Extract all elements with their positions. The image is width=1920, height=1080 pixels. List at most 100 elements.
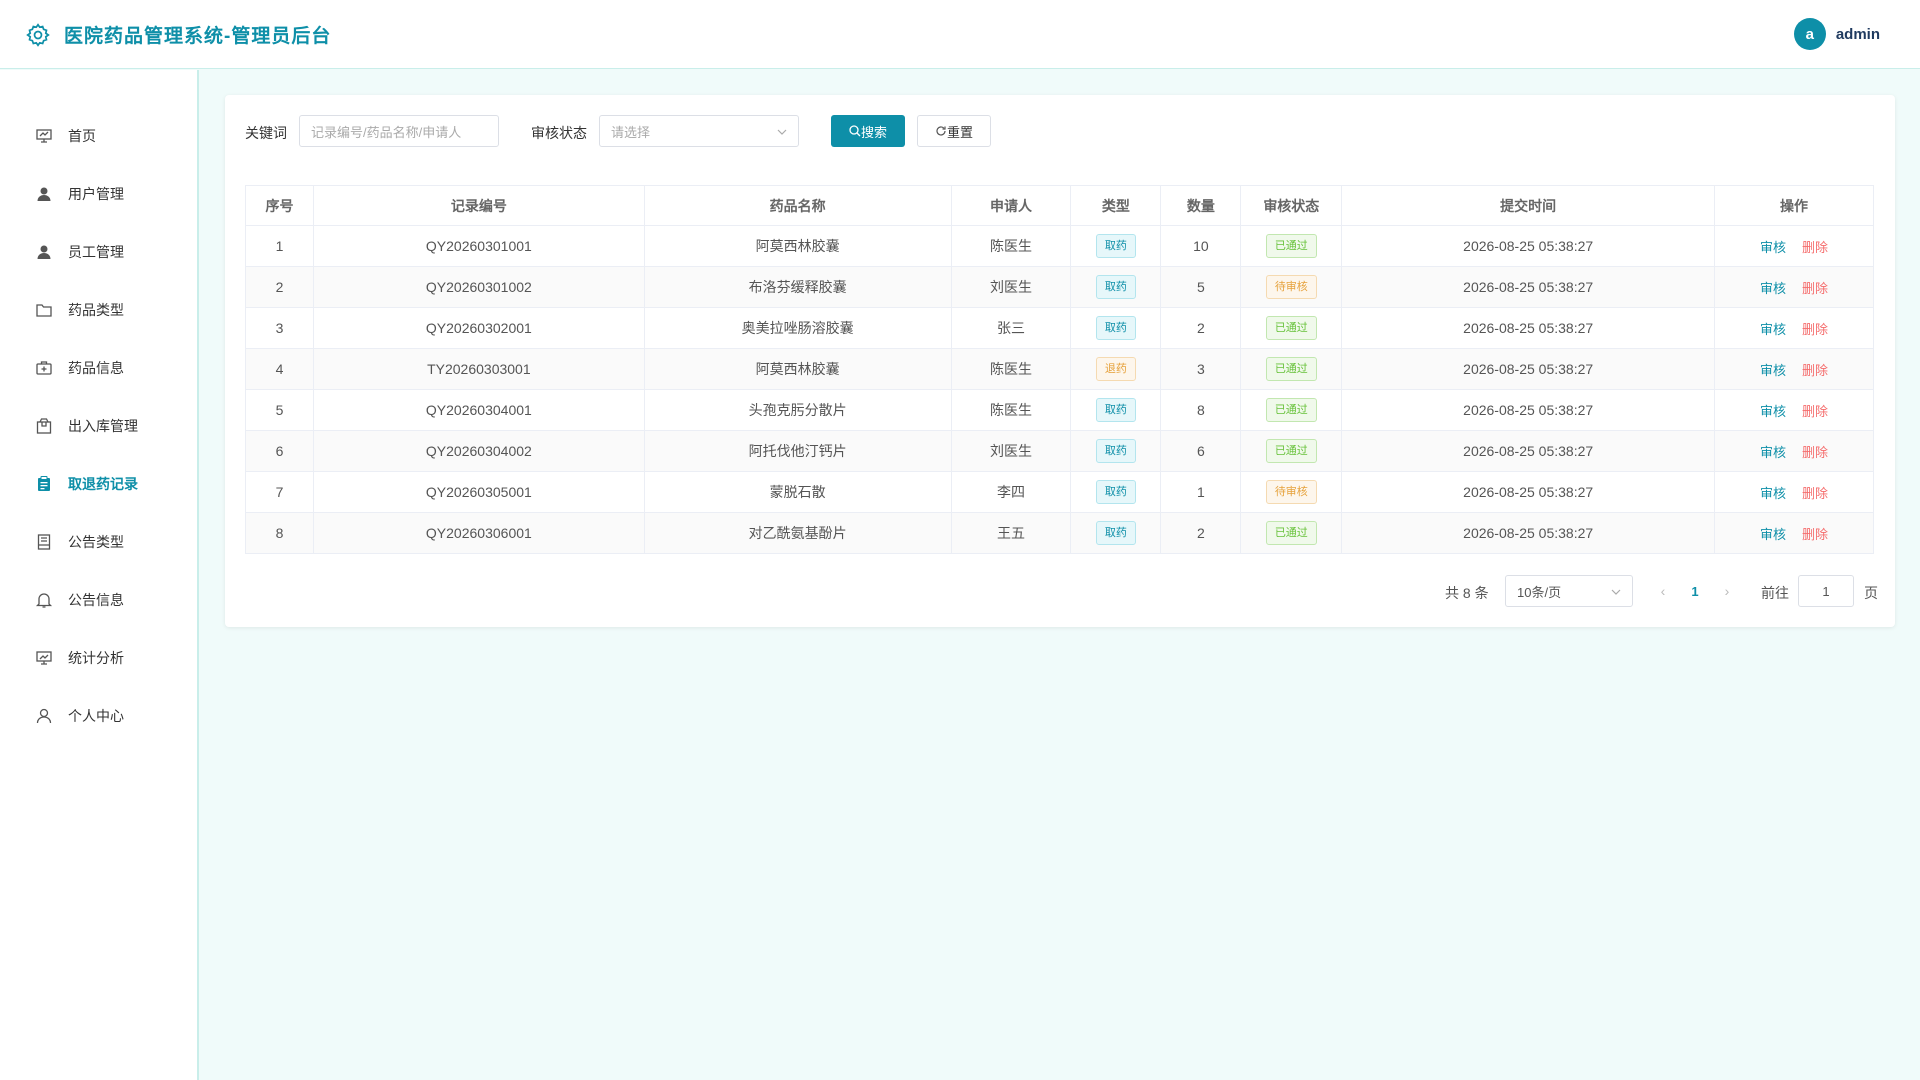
chevron-down-icon (1611, 589, 1621, 595)
sidebar-item-drug-types[interactable]: 药品类型 (0, 290, 197, 330)
chevron-left-icon: ‹ (1660, 583, 1666, 599)
type-tag: 取药 (1095, 439, 1136, 463)
table-row: 3 QY20260302001 奥美拉唑肠溶胶囊 张三 取药 2 已通过 2026-08-25… (245, 307, 1874, 349)
cell-applicant: 陈医生 (950, 389, 1072, 431)
records-panel: 关键词 记录编号/药品名称/申请人 审核状态 请选择 搜索 重置 序号 记录编号… (225, 95, 1895, 627)
keyword-input[interactable]: 记录编号/药品名称/申请人 (299, 115, 499, 147)
delete-link[interactable]: 删除 (1802, 445, 1828, 460)
bell-icon (35, 591, 53, 609)
delete-link[interactable]: 删除 (1802, 486, 1828, 501)
reset-button[interactable]: 重置 (917, 115, 991, 147)
status-badge: 已通过 (1265, 521, 1317, 545)
cell-status: 已通过 (1240, 389, 1343, 431)
cell-code: QY20260306001 (312, 512, 645, 554)
cell-status: 已通过 (1240, 430, 1343, 472)
cell-applicant: 陈医生 (950, 225, 1072, 267)
audit-link[interactable]: 审核 (1760, 527, 1786, 542)
box-icon (35, 417, 53, 435)
username[interactable]: admin (1836, 26, 1880, 43)
type-tag: 取药 (1095, 480, 1136, 504)
delete-link[interactable]: 删除 (1802, 404, 1828, 419)
cell-applicant: 王五 (950, 512, 1072, 554)
user-menu[interactable]: a admin (1793, 18, 1880, 50)
cell-actions: 审核 删除 (1714, 471, 1874, 513)
cell-no: 3 (245, 307, 314, 349)
sidebar-item-notices[interactable]: 公告信息 (0, 580, 197, 620)
delete-link[interactable]: 删除 (1802, 240, 1828, 255)
cell-actions: 审核 删除 (1714, 225, 1874, 267)
delete-link[interactable]: 删除 (1802, 527, 1828, 542)
cell-no: 1 (245, 225, 314, 267)
status-badge: 已通过 (1265, 398, 1317, 422)
cell-drug: 对乙酰氨基酚片 (643, 512, 952, 554)
audit-link[interactable]: 审核 (1760, 404, 1786, 419)
sidebar-item-label: 药品信息 (68, 360, 124, 376)
audit-link[interactable]: 审核 (1760, 240, 1786, 255)
goto-label: 前往 (1761, 585, 1789, 601)
page-suffix: 页 (1864, 585, 1878, 601)
sidebar-item-label: 药品类型 (68, 302, 124, 318)
cell-qty: 2 (1160, 512, 1242, 554)
cell-status: 已通过 (1240, 348, 1343, 390)
user-filled-icon (35, 185, 53, 203)
audit-link[interactable]: 审核 (1760, 445, 1786, 460)
cell-actions: 审核 删除 (1714, 430, 1874, 472)
status-badge: 待审核 (1265, 480, 1317, 504)
audit-link[interactable]: 审核 (1760, 363, 1786, 378)
cell-applicant: 陈医生 (950, 348, 1072, 390)
page-number-current[interactable]: 1 (1685, 575, 1705, 607)
audit-link[interactable]: 审核 (1760, 281, 1786, 296)
column-header: 申请人 (950, 185, 1072, 226)
column-header: 类型 (1070, 185, 1162, 226)
page-size-select[interactable]: 10条/页 (1505, 575, 1633, 607)
delete-link[interactable]: 删除 (1802, 281, 1828, 296)
audit-link[interactable]: 审核 (1760, 322, 1786, 337)
cell-qty: 3 (1160, 348, 1242, 390)
search-icon (849, 125, 861, 137)
cell-drug: 布洛芬缓释胶囊 (643, 266, 952, 308)
sidebar-item-drug-info[interactable]: 药品信息 (0, 348, 197, 388)
delete-link[interactable]: 删除 (1802, 363, 1828, 378)
cell-qty: 5 (1160, 266, 1242, 308)
sidebar-item-label: 公告信息 (68, 592, 124, 608)
cell-no: 6 (245, 430, 314, 472)
next-page-button[interactable]: › (1717, 575, 1737, 607)
cell-drug: 奥美拉唑肠溶胶囊 (643, 307, 952, 349)
folder-icon (35, 301, 53, 319)
prev-page-button[interactable]: ‹ (1653, 575, 1673, 607)
search-button[interactable]: 搜索 (831, 115, 905, 147)
cell-time: 2026-08-25 05:38:27 (1341, 430, 1716, 472)
column-header: 药品名称 (643, 185, 952, 226)
status-badge: 待审核 (1265, 275, 1317, 299)
sidebar-item-staff[interactable]: 员工管理 (0, 232, 197, 272)
audit-link[interactable]: 审核 (1760, 486, 1786, 501)
cell-actions: 审核 删除 (1714, 307, 1874, 349)
sidebar-item-home[interactable]: 首页 (0, 116, 197, 156)
goto-page-input[interactable]: 1 (1798, 575, 1854, 607)
cell-code: QY20260302001 (312, 307, 645, 349)
sidebar-item-label: 出入库管理 (68, 418, 138, 434)
cell-actions: 审核 删除 (1714, 512, 1874, 554)
sidebar-item-label: 员工管理 (68, 244, 124, 260)
sidebar-item-take-return-records[interactable]: 取退药记录 (0, 464, 197, 504)
status-placeholder: 请选择 (611, 124, 651, 140)
table-row: 5 QY20260304001 头孢克肟分散片 陈医生 取药 8 已通过 2026-08-25… (245, 389, 1874, 431)
sidebar-item-users[interactable]: 用户管理 (0, 174, 197, 214)
delete-link[interactable]: 删除 (1802, 322, 1828, 337)
column-header: 序号 (245, 185, 314, 226)
status-badge: 已通过 (1265, 234, 1317, 258)
status-select[interactable]: 请选择 (599, 115, 799, 147)
sidebar-item-notice-types[interactable]: 公告类型 (0, 522, 197, 562)
table-row: 6 QY20260304002 阿托伐他汀钙片 刘医生 取药 6 已通过 2026-08-25… (245, 430, 1874, 472)
cell-code: TY20260303001 (312, 348, 645, 390)
cell-qty: 6 (1160, 430, 1242, 472)
notebook-icon (35, 533, 53, 551)
cell-drug: 蒙脱石散 (643, 471, 952, 513)
sidebar-item-stock[interactable]: 出入库管理 (0, 406, 197, 446)
sidebar-item-statistics[interactable]: 统计分析 (0, 638, 197, 678)
sidebar-item-profile[interactable]: 个人中心 (0, 696, 197, 736)
avatar[interactable]: a (1793, 18, 1826, 50)
cell-code: QY20260304002 (312, 430, 645, 472)
cell-qty: 8 (1160, 389, 1242, 431)
cell-drug: 阿莫西林胶囊 (643, 348, 952, 390)
